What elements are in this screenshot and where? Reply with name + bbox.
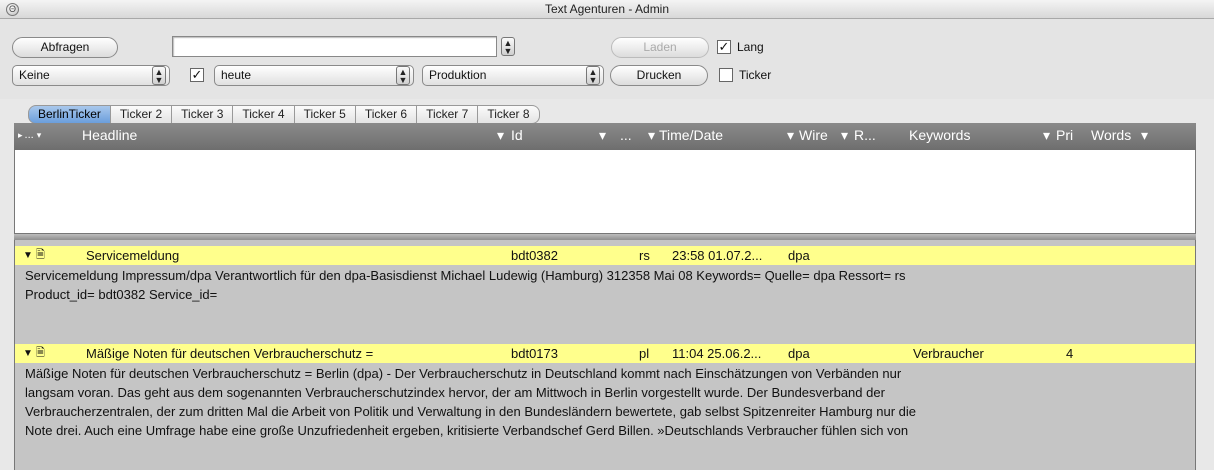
sort-arrow-icon[interactable]: ▾ [1141, 123, 1148, 148]
message-headline: Servicemeldung [86, 248, 180, 263]
message-body-line: Verbraucherzentralen, der zum dritten Ma… [25, 404, 917, 419]
column-header-headline[interactable]: Headline [82, 123, 137, 148]
column-header-wire[interactable]: Wire [799, 123, 828, 148]
close-icon[interactable]: Θ [6, 3, 19, 16]
message-body-line: Product_id= bdt0382 Service_id= [25, 287, 218, 302]
drucken-button[interactable]: Drucken [610, 65, 708, 86]
message-body-line: Servicemeldung Impressum/dpa Verantwortl… [25, 268, 906, 283]
message-pri: 4 [1066, 346, 1074, 361]
message-row[interactable]: ▼ 🗎 Servicemeldung bdt0382 rs 23:58 01.0… [15, 246, 1195, 265]
message-keywords: Verbraucher [913, 346, 984, 361]
column-header-pri[interactable]: Pri [1056, 123, 1073, 148]
tab-ticker-5[interactable]: Ticker 5 [294, 105, 356, 124]
filter-select-arrows-icon[interactable]: ▲ ▼ [152, 66, 166, 85]
production-select-arrows-icon[interactable]: ▲ ▼ [586, 66, 600, 85]
ticker-label: Ticker [739, 68, 772, 82]
tab-ticker-6[interactable]: Ticker 6 [355, 105, 418, 124]
message-headline: Mäßige Noten für deutschen Verbrauchersc… [86, 346, 374, 361]
message-time: 11:04 25.06.2... [672, 346, 762, 361]
disclosure-triangle-icon[interactable]: ▼ [23, 344, 33, 363]
production-select[interactable]: Produktion [422, 65, 604, 86]
column-header-id[interactable]: Id [511, 123, 523, 148]
sort-arrow-icon[interactable]: ▾ [648, 123, 655, 148]
message-id: bdt0173 [511, 346, 558, 361]
message-body-line: Note drei. Auch eine Umfrage habe eine g… [25, 423, 909, 438]
date-checkbox[interactable]: ✓ [190, 68, 204, 82]
tab-ticker-3[interactable]: Ticker 3 [172, 105, 234, 124]
sort-arrow-icon[interactable]: ▾ [1043, 123, 1050, 148]
sort-arrow-icon[interactable]: ▾ [599, 123, 606, 148]
message-id: bdt0382 [511, 248, 558, 263]
message-row[interactable]: ▼ 🗎 Mäßige Noten für deutschen Verbrauch… [15, 344, 1195, 363]
message-body-line: langsam voran. Das geht aus dem sogenann… [25, 385, 885, 400]
column-header-time[interactable]: Time/Date [659, 123, 723, 148]
column-header-flag[interactable]: ▸... ▾ [18, 123, 43, 148]
disclosure-triangle-icon[interactable]: ▼ [23, 246, 33, 265]
date-select-arrows-icon[interactable]: ▲ ▼ [396, 66, 410, 85]
document-icon: 🗎 [36, 249, 45, 261]
tab-berlinticker[interactable]: BerlinTicker [28, 105, 111, 124]
query-input[interactable] [172, 36, 497, 57]
message-time: 23:58 01.07.2... [672, 248, 763, 263]
laden-button[interactable]: Laden [611, 37, 709, 58]
sort-arrow-icon[interactable]: ▾ [787, 123, 794, 148]
message-wire: dpa [788, 346, 810, 361]
message-body: Servicemeldung Impressum/dpa Verantwortl… [25, 266, 1185, 304]
column-header-keywords[interactable]: Keywords [909, 123, 970, 148]
toolbar: Abfragen ▲ ▼ Laden ✓ Lang Keine ▲ ▼ ✓ heut… [0, 19, 1214, 99]
window-title: Text Agenturen - Admin [544, 2, 670, 16]
sort-icon: ▸ [18, 130, 23, 140]
date-select[interactable]: heute [214, 65, 414, 86]
tab-ticker-2[interactable]: Ticker 2 [110, 105, 173, 124]
window-titlebar: Θ Text Agenturen - Admin [0, 0, 1214, 19]
tab-ticker-7[interactable]: Ticker 7 [417, 105, 479, 124]
message-list[interactable] [14, 150, 1196, 234]
message-code: pl [639, 346, 650, 361]
tab-ticker-8[interactable]: Ticker 8 [478, 105, 540, 124]
column-header-code[interactable]: ... [620, 123, 632, 148]
message-details: ▼ 🗎 Servicemeldung bdt0382 rs 23:58 01.0… [14, 240, 1196, 470]
column-header: ▸... ▾ Headline ▾ Id ▾ ... ▾ Time/Date ▾… [14, 123, 1196, 150]
message-code: rs [639, 248, 650, 263]
sort-arrow-icon: ▾ [36, 130, 42, 140]
abfragen-button[interactable]: Abfragen [12, 37, 118, 58]
document-icon: 🗎 [36, 347, 45, 359]
message-body-line: Mäßige Noten für deutschen Verbrauchersc… [25, 366, 902, 381]
tab-ticker-4[interactable]: Ticker 4 [233, 105, 295, 124]
sort-arrow-icon[interactable]: ▾ [841, 123, 848, 148]
message-body: Mäßige Noten für deutschen Verbrauchersc… [25, 364, 1185, 440]
ticker-checkbox[interactable] [719, 68, 733, 82]
lang-checkbox[interactable]: ✓ [717, 40, 731, 54]
query-stepper-icon[interactable]: ▲ ▼ [501, 37, 515, 56]
column-header-ressort[interactable]: R... [854, 123, 876, 148]
message-wire: dpa [788, 248, 810, 263]
ticker-tabs: BerlinTicker Ticker 2 Ticker 3 Ticker 4 … [28, 105, 540, 124]
lang-label: Lang [737, 40, 764, 54]
filter-select[interactable]: Keine [12, 65, 170, 86]
sort-arrow-icon[interactable]: ▾ [497, 123, 504, 148]
column-header-words[interactable]: Words [1091, 123, 1131, 148]
